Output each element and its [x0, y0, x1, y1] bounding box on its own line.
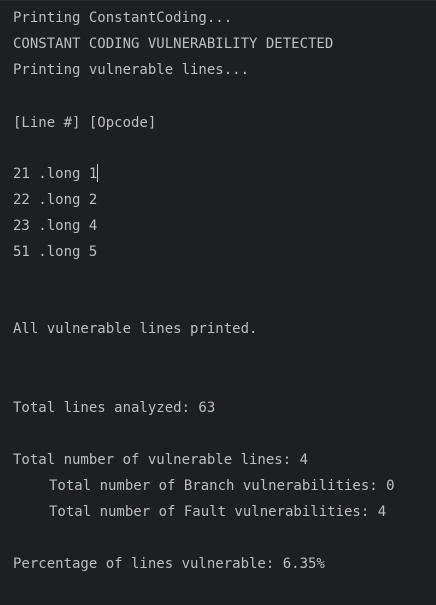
panel-top-border: [0, 0, 436, 1]
console-line-percentage: Percentage of lines vulnerable: 6.35%: [13, 556, 325, 572]
console-line-fault-vulnerabilities: Total number of Fault vulnerabilities: 4: [49, 504, 387, 520]
console-line-all-printed: All vulnerable lines printed.: [13, 321, 258, 337]
vulnerable-line-entry: 23 .long 4: [13, 218, 98, 234]
console-columns-header: [Line #] [Opcode]: [13, 115, 157, 131]
console-line-total-vulnerable: Total number of vulnerable lines: 4: [13, 452, 309, 468]
console-line-printing-constant-coding: Printing ConstantCoding...: [13, 10, 233, 26]
vulnerable-line-entry: 22 .long 2: [13, 192, 98, 208]
vulnerable-line-entry: 21 .long 1: [13, 164, 99, 184]
vulnerable-line-entry: 51 .long 5: [13, 244, 98, 260]
vulnerable-line-text: 21 .long 1: [13, 166, 98, 182]
text-cursor: [97, 164, 99, 182]
console-line-total-analyzed: Total lines analyzed: 63: [13, 400, 216, 416]
console-line-printing-vulnerable-lines: Printing vulnerable lines...: [13, 62, 250, 78]
console-output[interactable]: Printing ConstantCoding... CONSTANT CODI…: [0, 0, 436, 605]
console-line-branch-vulnerabilities: Total number of Branch vulnerabilities: …: [49, 478, 395, 494]
console-line-vulnerability-detected: CONSTANT CODING VULNERABILITY DETECTED: [13, 36, 334, 52]
